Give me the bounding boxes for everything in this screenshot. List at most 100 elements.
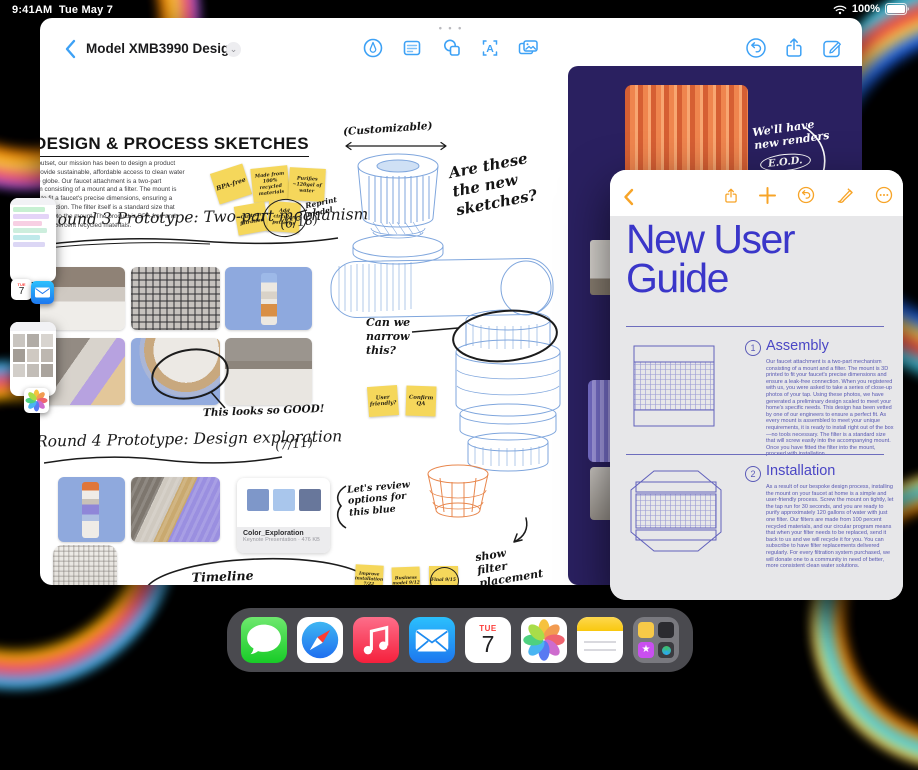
messages-app-icon[interactable]: [241, 617, 287, 663]
show-filter-arrow: [492, 516, 532, 546]
text-tool-button[interactable]: A: [478, 36, 502, 60]
window-drag-handle[interactable]: • • •: [40, 23, 862, 33]
photos-app-icon[interactable]: [24, 388, 49, 413]
share-button[interactable]: [782, 36, 806, 60]
photo-stack-orange-cap[interactable]: [58, 477, 125, 542]
insert-media-icon: [516, 36, 540, 60]
safari-app-icon[interactable]: [297, 617, 343, 663]
text-box-icon: A: [478, 36, 502, 60]
product-render: [82, 482, 99, 538]
photo-rim-closeup2[interactable]: [225, 338, 312, 405]
music-app-icon[interactable]: [353, 617, 399, 663]
mail-app-icon[interactable]: [409, 617, 455, 663]
photos-app-icon[interactable]: [521, 617, 567, 663]
chevron-down-icon: ⌄: [230, 44, 238, 55]
narrow-annotation: [390, 306, 560, 368]
guide-title: New User Guide: [626, 220, 886, 298]
section-number: 1: [745, 340, 761, 356]
battery-percent: 100%: [852, 3, 880, 15]
draw-tool-button[interactable]: [361, 36, 385, 60]
shapes-tool-button[interactable]: [440, 36, 464, 60]
swatch-blue: [247, 489, 269, 511]
photo-circle-annotation: [145, 348, 235, 410]
orange-cylinder-render: [625, 85, 748, 175]
media-tool-button[interactable]: [516, 36, 540, 60]
back-icon[interactable]: [623, 188, 634, 206]
share-icon[interactable]: [722, 186, 740, 206]
brace-annotation: [332, 484, 348, 530]
file-meta: Keynote Presentation · 476 KB: [243, 537, 324, 543]
lets-review-note[interactable]: Let's review options for this blue: [347, 479, 413, 519]
round4-date[interactable]: (7/11): [274, 434, 313, 453]
round4-underline: [44, 452, 284, 468]
can-we-narrow-note[interactable]: Can we narrow this?: [366, 316, 410, 357]
section-body: Our faucet attachment is a two-part mech…: [766, 359, 894, 458]
more-icon[interactable]: [874, 185, 894, 205]
swatch-lightblue: [273, 489, 295, 511]
freeform-toolbar: Model XMB3990 Design ⌄ A: [40, 34, 862, 68]
undo-icon[interactable]: [796, 185, 816, 205]
add-icon[interactable]: [759, 187, 776, 204]
photo-filter-cylinder[interactable]: [53, 545, 117, 585]
share-icon: [782, 36, 806, 60]
file-card[interactable]: Color_Exploration Keynote Presentation ·…: [237, 478, 330, 553]
battery-icon: [885, 3, 910, 15]
new-board-button[interactable]: [820, 36, 844, 60]
sticky-note[interactable]: User friendly?: [367, 385, 399, 417]
photo-purple-flute-closeup[interactable]: [131, 477, 220, 542]
sticky-note[interactable]: Made from 100% recycled materials: [250, 165, 290, 203]
sticky-note[interactable]: Improve installation 7/22: [354, 564, 383, 585]
stage-thumbnail-photos[interactable]: [10, 322, 56, 396]
section-heading: Installation: [766, 463, 835, 479]
app-library-icon[interactable]: ★: [633, 617, 679, 663]
swatch-slate: [299, 489, 321, 511]
photo-product-blue[interactable]: [225, 267, 312, 330]
app-library-mini-purple: ★: [638, 642, 654, 658]
guide-document[interactable]: New User Guide 1 Assembly Our faucet att…: [610, 216, 903, 600]
sticky-note[interactable]: Purifies ~120gal of water: [288, 167, 326, 202]
sticky-note[interactable]: BPA-free: [210, 164, 252, 205]
board-title[interactable]: Model XMB3990 Design: [86, 41, 238, 56]
canvas-heading[interactable]: DESIGN & PROCESS SKETCHES: [40, 134, 309, 157]
wifi-icon: [833, 4, 847, 15]
calendar-day: 7: [11, 287, 32, 297]
undo-icon: [744, 36, 768, 60]
undo-button[interactable]: [744, 36, 768, 60]
divider: [626, 326, 884, 327]
guide-toolbar: [610, 170, 903, 216]
calendar-app-icon[interactable]: TUE 7: [465, 617, 511, 663]
back-icon[interactable]: [64, 39, 76, 59]
format-brush-icon[interactable]: [835, 185, 855, 205]
section-heading: Assembly: [766, 338, 829, 354]
guide-window[interactable]: • • • New User Guide 1 Assembly Our fauc…: [610, 170, 903, 600]
status-bar: 9:41AM Tue May 7 100%: [0, 0, 918, 20]
notes-app-icon[interactable]: [577, 617, 623, 663]
section-number: 2: [745, 466, 761, 482]
show-filter-note[interactable]: show filter placement: [474, 541, 544, 585]
orange-wireframe-sketch[interactable]: [418, 462, 498, 524]
round3-underline: [40, 232, 340, 250]
stage-thumbnail-calendar-mail[interactable]: [10, 198, 56, 282]
compose-icon: [820, 36, 844, 60]
sticky-note-tool-button[interactable]: [400, 36, 424, 60]
app-library-mini-yellow: [638, 622, 654, 638]
photo-grid-texture[interactable]: [131, 267, 220, 330]
section-body: As a result of our bespoke design proces…: [766, 484, 894, 570]
app-library-mini-dark: [658, 622, 674, 638]
shapes-icon: [440, 36, 464, 60]
sticky-note-icon: [400, 36, 424, 60]
sticky-note[interactable]: Confirm QA: [405, 385, 436, 416]
svg-text:A: A: [486, 43, 494, 55]
product-render: [261, 273, 277, 325]
calendar-day: 7: [465, 633, 511, 656]
app-library-mini-teal: [658, 642, 674, 658]
file-name: Color_Exploration: [243, 530, 324, 537]
status-date: Tue May 7: [59, 4, 113, 16]
sticky-note[interactable]: Business model 9/12: [392, 567, 421, 585]
dock: TUE 7 ★: [227, 608, 693, 672]
calendar-app-icon[interactable]: TUE 7: [11, 279, 32, 300]
filter-diagram: [628, 342, 720, 430]
title-menu-button[interactable]: ⌄: [226, 42, 241, 57]
mail-app-icon[interactable]: [31, 281, 54, 304]
timeline-note[interactable]: Timeline needs updating: [191, 566, 300, 585]
